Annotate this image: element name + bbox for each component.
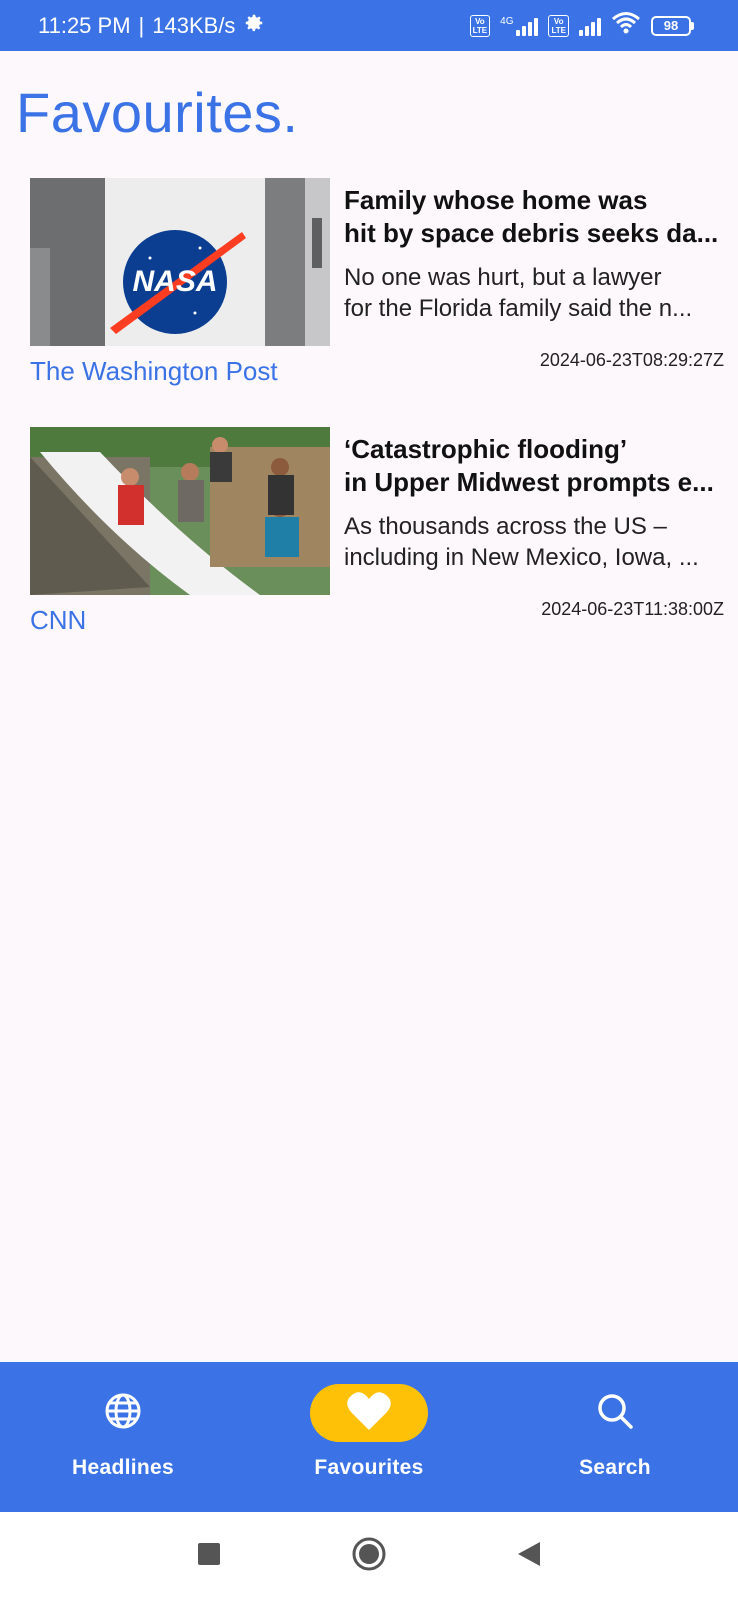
signal-icon-1 (516, 16, 539, 36)
article-headline: ‘Catastrophic flooding’ in Upper Midwest… (344, 433, 724, 499)
description-line: As thousands across the US – (344, 513, 667, 540)
nav-icon-container (556, 1384, 674, 1442)
article-timestamp: 2024-06-23T08:29:27Z (539, 350, 724, 370)
nav-label: Search (579, 1456, 651, 1479)
article-card[interactable]: NASA Family whose home was hit by space … (30, 178, 724, 398)
status-right: Vo LTE 4G Vo LTE 98 (469, 11, 694, 40)
nav-item-headlines[interactable]: Headlines (0, 1362, 246, 1512)
headline-line: ‘Catastrophic flooding’ (344, 434, 628, 464)
nav-label: Favourites (314, 1456, 424, 1479)
triangle-back-icon (516, 1540, 542, 1573)
status-left: 11:25 PM | 143KB/s (38, 12, 265, 40)
recents-button[interactable] (189, 1536, 229, 1576)
signal-icon-2 (579, 16, 601, 36)
system-navigation-bar (0, 1512, 738, 1600)
network-type-label: 4G (500, 15, 514, 27)
nav-item-favourites[interactable]: Favourites (246, 1362, 492, 1512)
description-line: including in New Mexico, Iowa, ... (344, 544, 699, 571)
battery-level: 98 (651, 15, 691, 36)
article-description: As thousands across the US – including i… (344, 511, 724, 573)
battery-icon: 98 (651, 15, 694, 36)
svg-text:NASA: NASA (132, 265, 217, 298)
nav-icon-container (310, 1384, 428, 1442)
description-line: for the Florida family said the n... (344, 295, 693, 322)
nav-icon-container (64, 1384, 182, 1442)
article-description: No one was hurt, but a lawyer for the Fl… (344, 262, 724, 324)
nav-label: Headlines (72, 1456, 174, 1479)
status-bar: 11:25 PM | 143KB/s Vo LTE 4G Vo LTE 98 (0, 0, 738, 51)
heart-icon (346, 1390, 392, 1437)
status-speed: 143KB/s (152, 12, 236, 38)
globe-icon (103, 1391, 143, 1436)
page-title: Favourites. (16, 81, 299, 144)
status-time: 11:25 PM (38, 12, 131, 38)
article-timestamp: 2024-06-23T11:38:00Z (541, 599, 724, 619)
headline-line: Family whose home was (344, 185, 648, 215)
nav-item-search[interactable]: Search (492, 1362, 738, 1512)
headline-line: hit by space debris seeks da... (344, 218, 719, 248)
article-card[interactable]: ‘Catastrophic flooding’ in Upper Midwest… (30, 427, 724, 647)
search-icon (595, 1391, 635, 1436)
article-thumbnail: NASA (30, 178, 330, 346)
description-line: No one was hurt, but a lawyer (344, 264, 662, 291)
home-button[interactable] (349, 1536, 389, 1576)
signal-4g: 4G (500, 15, 539, 36)
bottom-navigation: Headlines Favourites Search (0, 1362, 738, 1512)
volte-badge-2: Vo LTE (548, 14, 569, 37)
article-source: CNN (30, 605, 87, 635)
gear-icon (243, 12, 265, 40)
article-headline: Family whose home was hit by space debri… (344, 184, 724, 250)
circle-icon (351, 1536, 387, 1577)
wifi-icon (611, 11, 641, 40)
square-icon (197, 1542, 221, 1571)
article-thumbnail (30, 427, 330, 595)
headline-line: in Upper Midwest prompts e... (344, 467, 714, 497)
article-source: The Washington Post (30, 356, 278, 386)
status-separator: | (138, 12, 145, 38)
volte-badge-1: Vo LTE (469, 14, 491, 37)
back-button[interactable] (509, 1536, 549, 1576)
